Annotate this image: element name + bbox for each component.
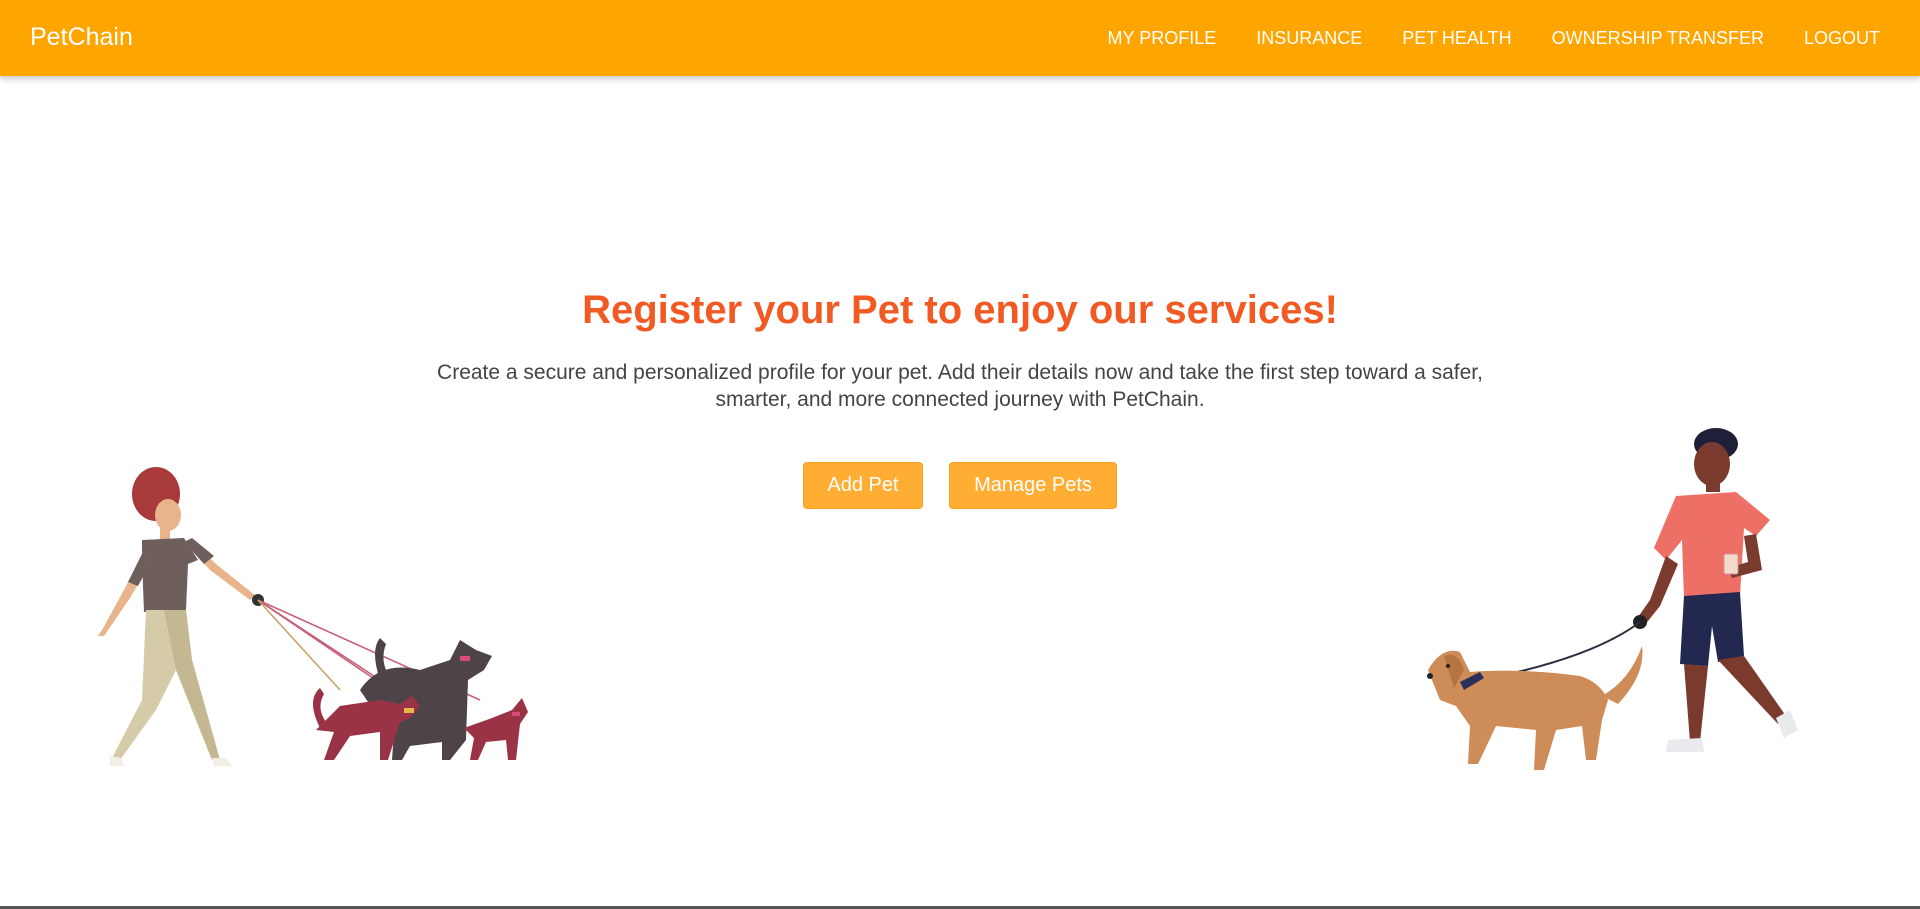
nav-logout[interactable]: LOGOUT: [1804, 28, 1880, 49]
nav-insurance[interactable]: INSURANCE: [1256, 28, 1362, 49]
nav-links: MY PROFILE INSURANCE PET HEALTH OWNERSHI…: [1068, 0, 1880, 76]
man-walking-dog-illustration: [1427, 428, 1798, 770]
add-pet-button[interactable]: Add Pet: [803, 462, 923, 509]
nav-pet-health[interactable]: PET HEALTH: [1402, 28, 1511, 49]
hero-title: Register your Pet to enjoy our services!: [582, 288, 1338, 332]
hero-subtitle: Create a secure and personalized profile…: [437, 361, 1483, 411]
brand-logo[interactable]: PetChain: [30, 23, 133, 52]
manage-pets-button[interactable]: Manage Pets: [949, 462, 1117, 509]
top-navbar: PetChain MY PROFILE INSURANCE PET HEALTH…: [0, 0, 1920, 76]
nav-my-profile[interactable]: MY PROFILE: [1108, 28, 1217, 49]
woman-walking-dogs-illustration: [98, 467, 528, 766]
nav-ownership-transfer[interactable]: OWNERSHIP TRANSFER: [1552, 28, 1764, 49]
